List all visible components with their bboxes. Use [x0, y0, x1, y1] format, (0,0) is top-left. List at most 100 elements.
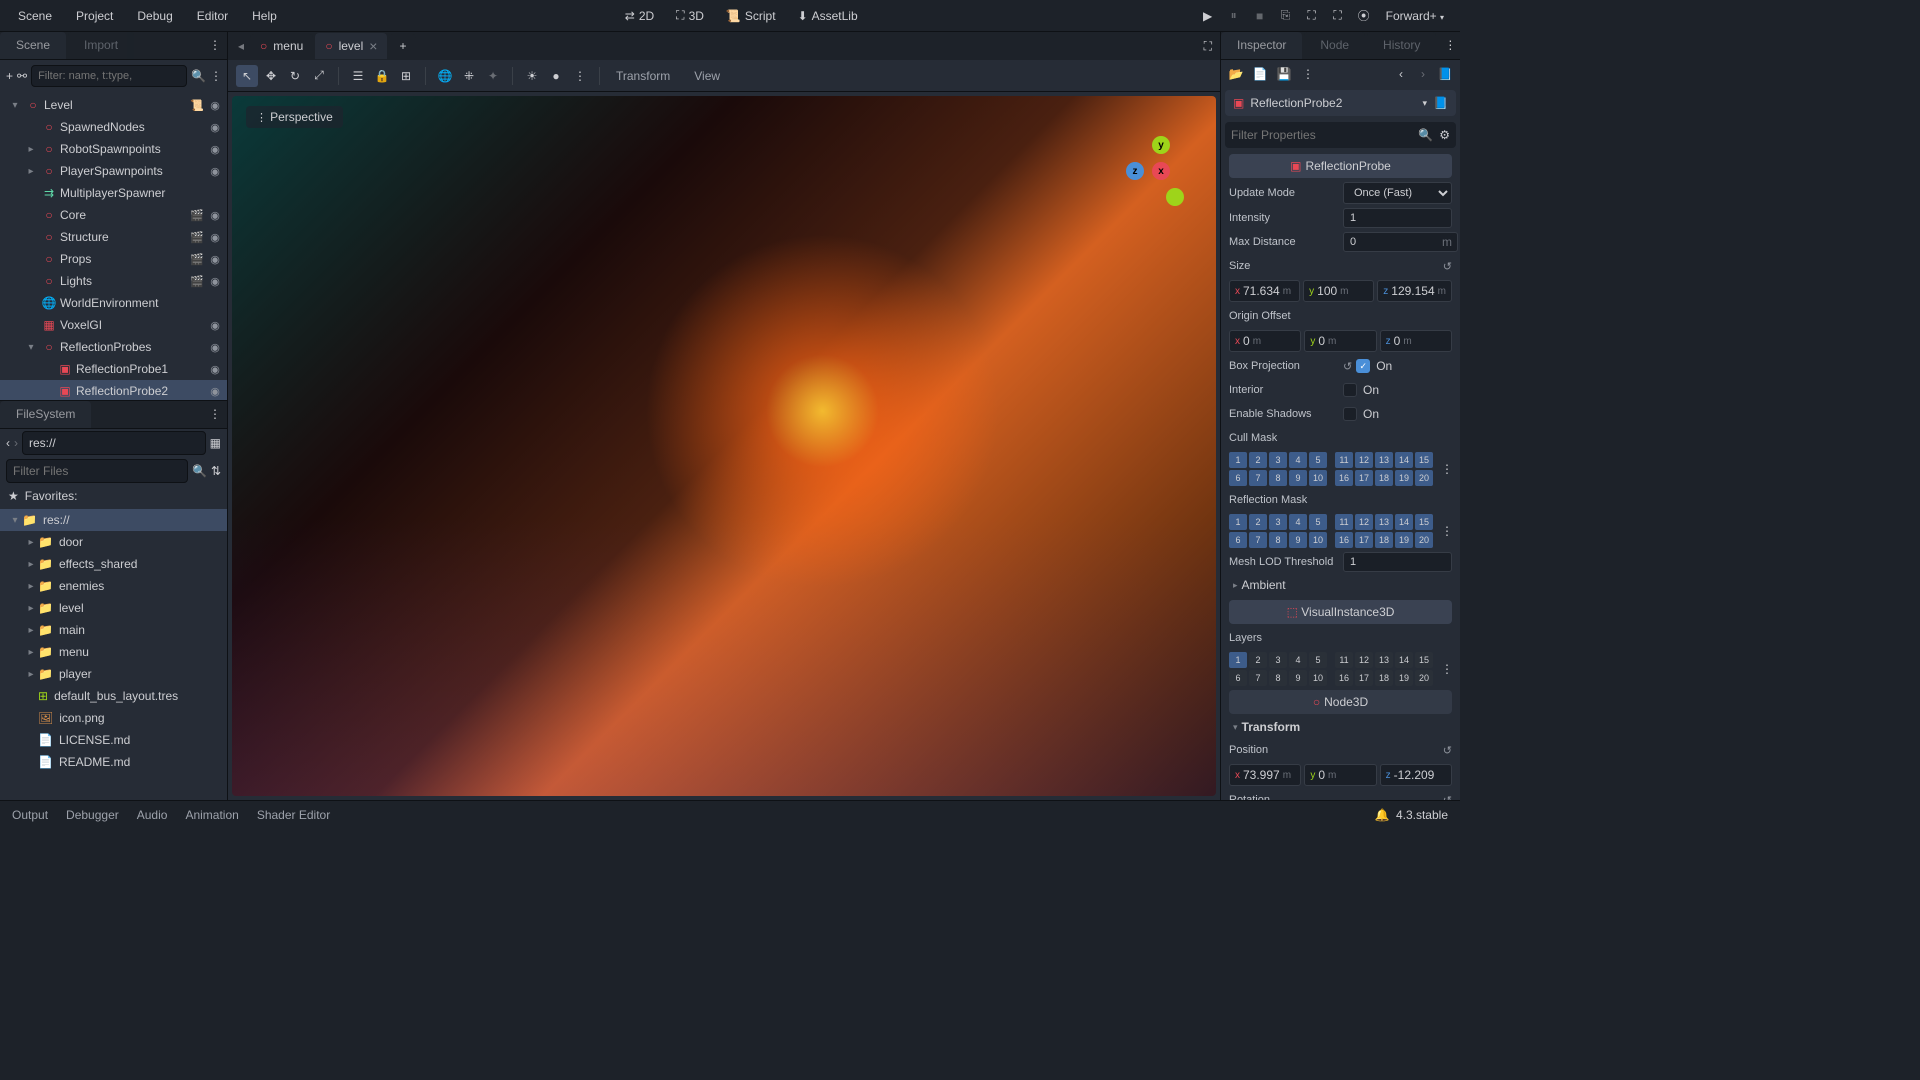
cull-mask-grid[interactable]: 1234511121314156789101617181920⋮: [1225, 452, 1456, 486]
mask-bit-7[interactable]: 7: [1249, 670, 1267, 686]
tab-history[interactable]: History: [1367, 32, 1436, 59]
rotate-tool[interactable]: ↻: [284, 65, 306, 87]
fs-forward-button[interactable]: ›: [14, 436, 18, 450]
reset-position-icon[interactable]: ↺: [1443, 744, 1452, 757]
box-projection-checkbox[interactable]: ✓: [1356, 359, 1370, 373]
search-icon[interactable]: 🔍: [1418, 128, 1433, 142]
bottom-tab-shader[interactable]: Shader Editor: [257, 808, 330, 822]
particles-tool[interactable]: ✦: [482, 65, 504, 87]
mask-bit-10[interactable]: 10: [1309, 532, 1327, 548]
3d-viewport[interactable]: ⋮ Perspective y z x: [232, 96, 1216, 796]
sun-tool[interactable]: ☀: [521, 65, 543, 87]
ambient-section[interactable]: ▸Ambient: [1225, 574, 1456, 596]
scene-menu-icon[interactable]: ⋮: [210, 66, 222, 86]
script-attached-icon[interactable]: 📜: [189, 97, 205, 113]
fs-item-level[interactable]: ▸📁level: [0, 597, 227, 619]
mask-bit-6[interactable]: 6: [1229, 532, 1247, 548]
mask-bit-9[interactable]: 9: [1289, 532, 1307, 548]
fs-item-icon-png[interactable]: 🖼icon.png: [0, 707, 227, 729]
intensity-input[interactable]: [1343, 208, 1452, 228]
mask-bit-17[interactable]: 17: [1355, 670, 1373, 686]
scene-instance-icon[interactable]: 🎬: [189, 207, 205, 223]
scene-node-worldenvironment[interactable]: 🌐 WorldEnvironment: [0, 292, 227, 314]
origin-x-input[interactable]: x0m: [1229, 330, 1301, 352]
mask-bit-11[interactable]: 11: [1335, 652, 1353, 668]
visibility-icon[interactable]: ◉: [207, 207, 223, 223]
save-resource-icon[interactable]: 💾: [1275, 65, 1293, 83]
fs-item-res---[interactable]: ▾📁res://: [0, 509, 227, 531]
mask-bit-3[interactable]: 3: [1269, 514, 1287, 530]
mask-bit-13[interactable]: 13: [1375, 514, 1393, 530]
chevron-down-icon[interactable]: ▾: [1423, 98, 1428, 109]
max-distance-input[interactable]: [1343, 232, 1458, 252]
mask-bit-11[interactable]: 11: [1335, 514, 1353, 530]
mask-menu-icon[interactable]: ⋮: [1441, 524, 1453, 538]
mask-bit-20[interactable]: 20: [1415, 532, 1433, 548]
mask-bit-18[interactable]: 18: [1375, 670, 1393, 686]
new-resource-icon[interactable]: 📄: [1251, 65, 1269, 83]
node-docs-icon[interactable]: 📘: [1433, 96, 1448, 110]
scene-instance-icon[interactable]: 🎬: [189, 273, 205, 289]
mode-script[interactable]: 📜 Script: [716, 2, 786, 29]
scene-node-reflectionprobes[interactable]: ▾ ○ ReflectionProbes ◉: [0, 336, 227, 358]
bell-icon[interactable]: 🔔: [1375, 808, 1390, 822]
gizmo-x-axis[interactable]: x: [1152, 162, 1170, 180]
fs-back-button[interactable]: ‹: [6, 436, 10, 450]
reset-box-projection-icon[interactable]: ↺: [1343, 360, 1352, 373]
add-node-button[interactable]: +: [6, 66, 13, 86]
play-scene-button[interactable]: ⛶: [1300, 4, 1324, 28]
open-resource-icon[interactable]: 📂: [1227, 65, 1245, 83]
list-tool[interactable]: ☰: [347, 65, 369, 87]
scene-node-voxelgi[interactable]: ▦ VoxelGI ◉: [0, 314, 227, 336]
mask-bit-10[interactable]: 10: [1309, 670, 1327, 686]
stop-button[interactable]: ■: [1248, 4, 1272, 28]
mask-bit-9[interactable]: 9: [1289, 470, 1307, 486]
reset-rotation-icon[interactable]: ↺: [1443, 794, 1452, 801]
mask-menu-icon[interactable]: ⋮: [1441, 462, 1453, 476]
dock-menu-icon[interactable]: ⋮: [203, 32, 227, 59]
tab-filesystem[interactable]: FileSystem: [0, 401, 91, 428]
pause-button[interactable]: ⏸: [1222, 4, 1246, 28]
fs-dock-menu-icon[interactable]: ⋮: [203, 401, 227, 428]
play-custom-button[interactable]: ⛶: [1326, 4, 1350, 28]
scene-node-reflectionprobe1[interactable]: ▣ ReflectionProbe1 ◉: [0, 358, 227, 380]
scene-node-lights[interactable]: ○ Lights 🎬◉: [0, 270, 227, 292]
scene-node-multiplayerspawner[interactable]: ⇉ MultiplayerSpawner: [0, 182, 227, 204]
scene-node-structure[interactable]: ○ Structure 🎬◉: [0, 226, 227, 248]
env-tool[interactable]: ●: [545, 65, 567, 87]
inspector-body[interactable]: ▣ ReflectionProbe Update Mode Once (Fast…: [1221, 152, 1460, 800]
scene-instance-icon[interactable]: 🎬: [189, 229, 205, 245]
mask-bit-6[interactable]: 6: [1229, 670, 1247, 686]
mask-bit-18[interactable]: 18: [1375, 532, 1393, 548]
mask-bit-3[interactable]: 3: [1269, 652, 1287, 668]
visibility-icon[interactable]: ◉: [207, 273, 223, 289]
mask-bit-5[interactable]: 5: [1309, 452, 1327, 468]
close-tab-icon[interactable]: ×: [369, 38, 377, 54]
mask-bit-1[interactable]: 1: [1229, 452, 1247, 468]
mask-bit-5[interactable]: 5: [1309, 652, 1327, 668]
visibility-icon[interactable]: ◉: [207, 119, 223, 135]
inspector-dock-menu-icon[interactable]: ⋮: [1438, 32, 1460, 59]
mask-bit-14[interactable]: 14: [1395, 452, 1413, 468]
menu-editor[interactable]: Editor: [187, 3, 238, 29]
fs-item-effects-shared[interactable]: ▸📁effects_shared: [0, 553, 227, 575]
mask-bit-6[interactable]: 6: [1229, 470, 1247, 486]
mask-bit-3[interactable]: 3: [1269, 452, 1287, 468]
link-node-button[interactable]: ⚯: [17, 66, 27, 86]
fs-item-player[interactable]: ▸📁player: [0, 663, 227, 685]
mask-bit-14[interactable]: 14: [1395, 652, 1413, 668]
mask-bit-15[interactable]: 15: [1415, 652, 1433, 668]
menu-debug[interactable]: Debug: [127, 3, 182, 29]
interior-checkbox[interactable]: [1343, 383, 1357, 397]
lock-tool[interactable]: 🔒: [371, 65, 393, 87]
fs-search-icon[interactable]: 🔍: [192, 464, 207, 478]
scene-node-spawnednodes[interactable]: ○ SpawnedNodes ◉: [0, 116, 227, 138]
mesh-lod-input[interactable]: [1343, 552, 1452, 572]
search-icon[interactable]: 🔍: [191, 66, 206, 86]
scene-instance-icon[interactable]: 🎬: [189, 251, 205, 267]
class-section-visualinstance3d[interactable]: ⬚ VisualInstance3D: [1229, 600, 1452, 624]
mask-bit-17[interactable]: 17: [1355, 532, 1373, 548]
play-button[interactable]: ▶: [1196, 4, 1220, 28]
menu-scene[interactable]: Scene: [8, 3, 62, 29]
bottom-tab-audio[interactable]: Audio: [137, 808, 168, 822]
